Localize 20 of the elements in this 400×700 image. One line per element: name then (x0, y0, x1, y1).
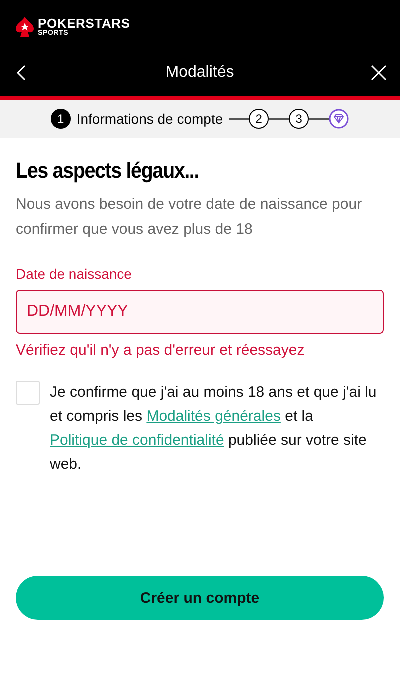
spade-logo-icon (16, 17, 34, 37)
step-indicator: 3 (289, 109, 310, 129)
consent-checkbox[interactable] (16, 381, 40, 405)
step-indicator: 2 (249, 109, 270, 129)
field-label: Date de naissance (16, 266, 133, 282)
brand-name: POKERSTARS (38, 17, 130, 30)
birth-date-field[interactable]: DD/MM/YYYY (16, 290, 384, 334)
close-button[interactable] (370, 64, 388, 82)
consent-text: Je confirme que j'ai au moins 18 ans et que j'ai lu et compris les Modalités générales et la Politique de confidentialité publiée sur votre site web. (50, 383, 378, 475)
close-icon (370, 65, 387, 81)
step-caption: Informations de compte (76, 111, 224, 127)
page-title: Modalités (166, 64, 234, 82)
terms-link[interactable]: Politique de confidentialité (50, 432, 224, 449)
create-account-button[interactable]: Créer un compte (16, 576, 384, 620)
step-indicator: 1 (50, 109, 71, 129)
chevron-left-icon (16, 65, 26, 81)
terms-link[interactable]: Modalités générales (146, 408, 281, 425)
section-heading: Les aspects légaux... (16, 158, 200, 184)
error-message: Vérifiez qu'il n'y a pas d'erreur et réessayez (16, 342, 306, 359)
intro-text: Nous avons besoin de votre date de naissance pour confirmer que vous avez plus de 18 (16, 195, 364, 240)
